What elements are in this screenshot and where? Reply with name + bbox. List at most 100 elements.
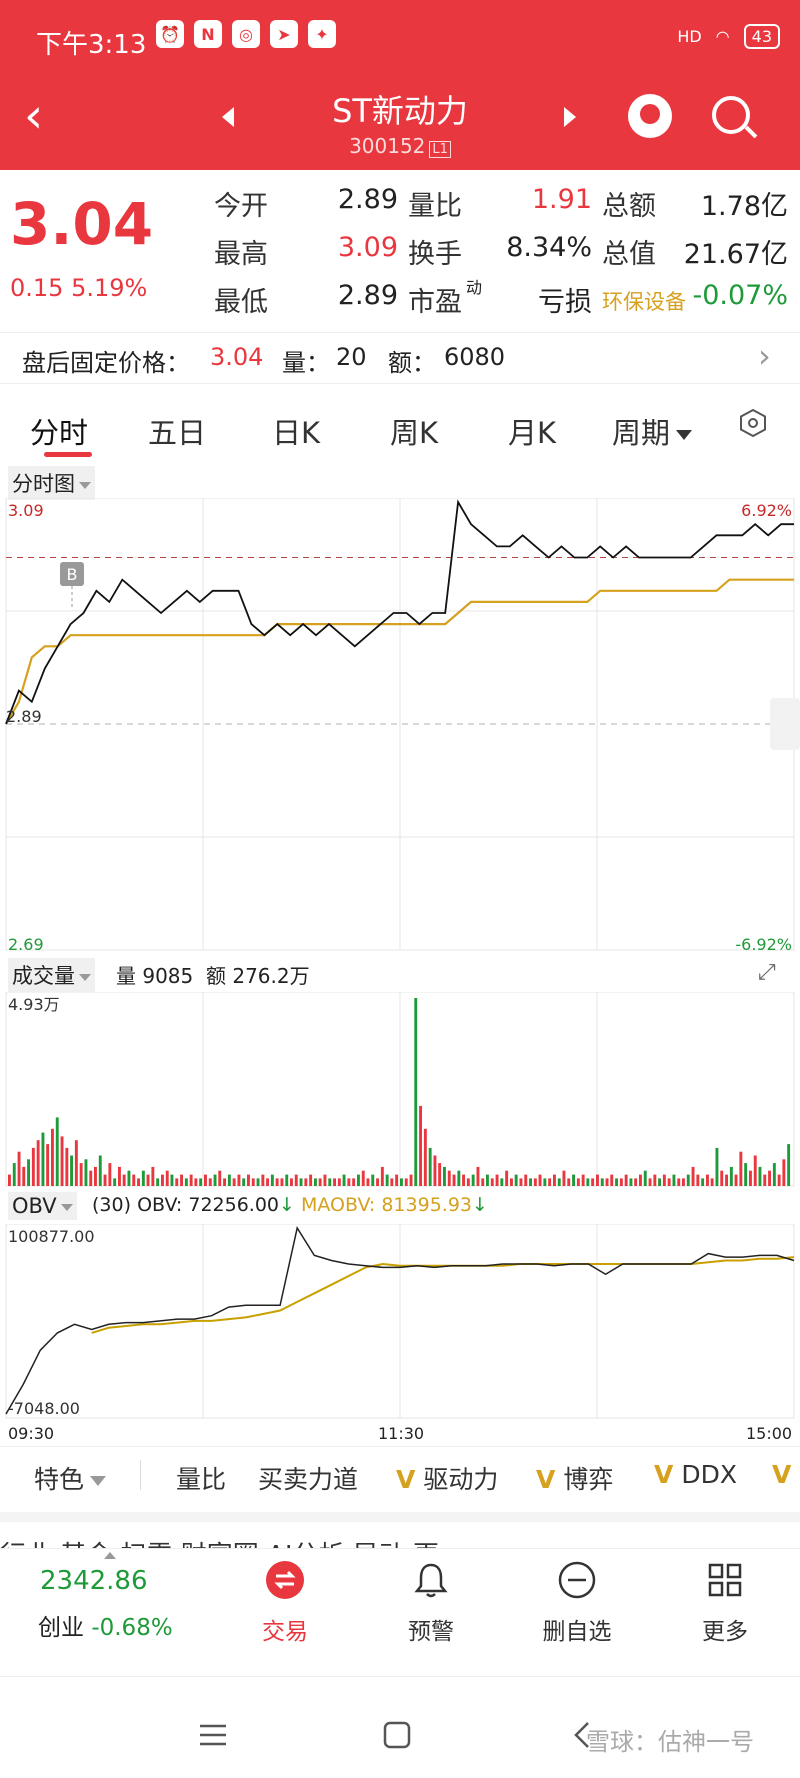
price-prev-close-label: 2.89 <box>6 707 42 726</box>
volume-bar <box>299 1178 303 1186</box>
indicator-more-icon[interactable]: V <box>772 1460 791 1489</box>
volume-bar <box>108 1163 112 1186</box>
settings-hexagon-icon[interactable] <box>738 408 768 438</box>
tab-intraday[interactable]: 分时 <box>30 410 88 452</box>
pct-high-label: 6.92% <box>741 501 792 520</box>
volume-bar <box>323 1174 327 1186</box>
wifi-icon: ◠ <box>715 27 730 46</box>
level-tag: L1 <box>429 141 451 158</box>
volume-chart[interactable]: 4.93万 <box>0 992 800 1188</box>
volume-bar <box>543 1178 547 1186</box>
volume-bar <box>510 1178 513 1186</box>
time-axis-start: 09:30 <box>8 1424 55 1443</box>
prev-stock-icon[interactable] <box>222 107 234 127</box>
collapse-icon[interactable] <box>104 1552 116 1559</box>
quote-low-label: 最低 <box>214 287 268 318</box>
side-handle[interactable] <box>770 698 800 750</box>
menu-icon[interactable] <box>198 1720 228 1750</box>
nav-remove-watchlist[interactable]: 删自选 <box>522 1560 632 1646</box>
chevron-down-icon <box>60 1203 73 1211</box>
volume-bar <box>65 1147 69 1186</box>
indicator-game[interactable]: V 博弈 <box>536 1460 613 1496</box>
quote-total-amount-label: 总额 <box>602 191 656 222</box>
volume-bar <box>519 1178 523 1186</box>
current-price: 3.04 <box>10 190 154 258</box>
after-hours-bar[interactable]: 盘后固定价格： 3.04 量： 20 额： 6080 › <box>0 332 800 384</box>
chart-type-label: 分时图 <box>12 472 75 496</box>
volume-bar <box>223 1178 226 1186</box>
volume-bar <box>51 1128 54 1186</box>
volume-bar <box>476 1166 480 1186</box>
volume-bar <box>490 1178 494 1186</box>
quote-high-value: 3.09 <box>337 232 398 263</box>
indicator-drive[interactable]: V 驱动力 <box>396 1460 498 1496</box>
after-hours-amt-label: 额： <box>388 349 436 377</box>
tab-five-day[interactable]: 五日 <box>148 410 206 452</box>
nav-more[interactable]: 更多 <box>670 1560 780 1646</box>
volume-bar <box>98 1155 102 1186</box>
volume-bar <box>165 1170 169 1186</box>
home-icon[interactable] <box>382 1720 412 1750</box>
sys-divider <box>0 1676 800 1677</box>
nav-alert[interactable]: 预警 <box>376 1560 486 1646</box>
index-summary[interactable]: 创业 -0.68% <box>38 1608 173 1642</box>
tab-period[interactable]: 周期 <box>612 410 693 452</box>
pct-low-label: -6.92% <box>735 935 792 954</box>
obv-chart[interactable]: 100877.00 -7048.00 <box>0 1224 800 1420</box>
volume-bar <box>337 1178 341 1186</box>
volume-bar <box>639 1174 642 1186</box>
nav-trade[interactable]: 交易 <box>230 1560 340 1646</box>
volume-bar <box>304 1178 308 1186</box>
volume-bar <box>55 1117 59 1186</box>
partial-tab-row[interactable]: 行业 基金 扫雷 财富圈 AI分析 异动 更 <box>0 1534 800 1548</box>
volume-bar <box>404 1178 408 1186</box>
volume-bar <box>309 1174 313 1186</box>
volume-bar <box>347 1178 351 1186</box>
indicator-buy-sell-force[interactable]: 买卖力道 <box>258 1460 358 1496</box>
volume-bar <box>46 1144 50 1186</box>
v-badge-icon: V <box>536 1465 556 1494</box>
tab-monthly-k[interactable]: 月K <box>508 410 556 452</box>
volume-bar <box>586 1178 590 1186</box>
chart-type-selector[interactable]: 分时图 <box>8 466 95 500</box>
quote-high-label: 最高 <box>214 239 268 270</box>
volume-bar <box>514 1174 518 1186</box>
volume-bar <box>79 1163 83 1186</box>
obv-max-label: 100877.00 <box>8 1227 95 1246</box>
price-change: 0.15 5.19% <box>10 274 147 302</box>
back-arrow-icon[interactable]: ‹ <box>24 92 43 140</box>
volume-bar <box>8 1174 11 1186</box>
bell-icon <box>414 1563 448 1598</box>
volume-bar <box>462 1174 465 1186</box>
status-right: HD ◠ 43 <box>677 24 780 49</box>
volume-bar <box>137 1178 140 1186</box>
volume-bar <box>629 1178 633 1186</box>
indicator-special[interactable]: 特色 <box>34 1460 107 1496</box>
volume-bar <box>739 1151 743 1186</box>
intraday-price-chart[interactable]: 3.09 2.89 2.69 6.92% -6.92% B <box>0 498 800 958</box>
volume-bar <box>12 1163 16 1186</box>
volume-bar <box>581 1174 585 1186</box>
mascot-icon[interactable] <box>628 94 672 138</box>
index-value[interactable]: 2342.86 <box>40 1566 148 1596</box>
volume-bar <box>471 1174 475 1186</box>
obv-value: OBV: 72256.00 <box>137 1194 280 1216</box>
maobv-value: MAOBV: 81395.93 <box>300 1194 472 1216</box>
next-stock-icon[interactable] <box>564 107 576 127</box>
indicator-ddx[interactable]: V DDX <box>654 1460 737 1489</box>
obv-selector[interactable]: OBV <box>8 1192 77 1220</box>
tab-daily-k[interactable]: 日K <box>272 410 320 452</box>
indicator-volume-ratio[interactable]: 量比 <box>176 1460 226 1496</box>
chevron-down-icon <box>90 1476 107 1486</box>
tab-weekly-k[interactable]: 周K <box>390 410 438 452</box>
volume-bar <box>261 1174 265 1186</box>
volume-bar <box>156 1178 160 1186</box>
price-low-label: 2.69 <box>8 935 44 954</box>
volume-bar <box>232 1178 236 1186</box>
volume-selector[interactable]: 成交量 <box>8 958 95 992</box>
expand-icon[interactable]: ⤢ <box>758 960 776 985</box>
volume-bar <box>591 1178 595 1186</box>
search-icon[interactable] <box>712 96 750 134</box>
volume-bar <box>596 1174 599 1186</box>
v-badge-icon: V <box>396 1465 416 1494</box>
